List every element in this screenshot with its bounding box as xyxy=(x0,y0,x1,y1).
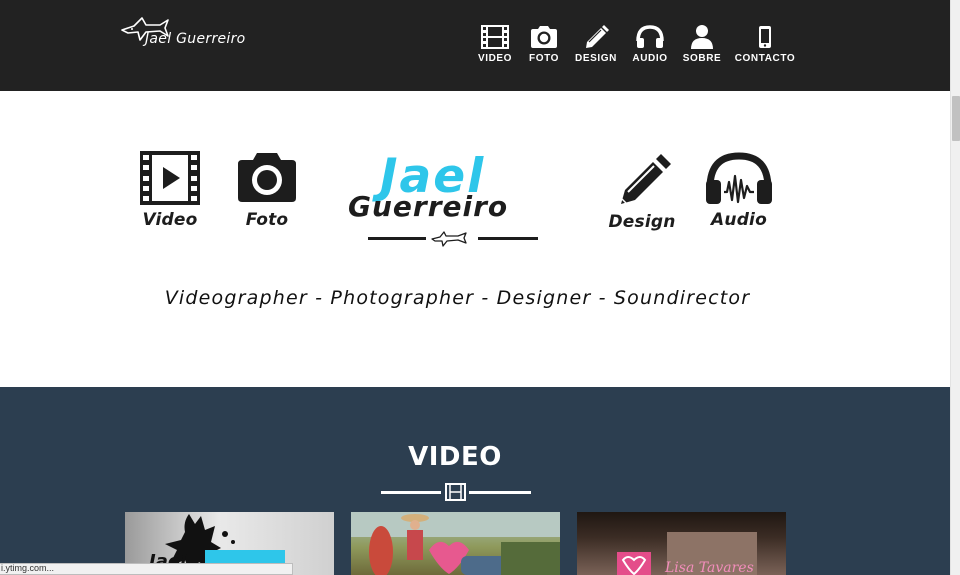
nav-label: FOTO xyxy=(529,53,559,64)
status-text: i.ytimg.com... xyxy=(1,563,55,573)
hero-item-video[interactable]: Video xyxy=(138,150,202,230)
page-scrollbar[interactable] xyxy=(950,0,960,575)
video-section: VIDEO Jael Lisa Tavares xyxy=(0,387,950,575)
camera-icon xyxy=(238,153,296,202)
nav-item-video[interactable]: VIDEO xyxy=(474,24,516,64)
mobile-phone-icon xyxy=(759,26,771,48)
film-icon xyxy=(381,483,531,501)
nav-label: SOBRE xyxy=(682,53,722,64)
nav-item-contacto[interactable]: CONTACTO xyxy=(735,24,795,64)
hero-item-design[interactable]: Design xyxy=(604,152,680,232)
pencil-icon xyxy=(621,154,671,204)
thumbnail-art: Lisa Tavares xyxy=(617,532,757,575)
nav-item-design[interactable]: DESIGN xyxy=(574,24,618,64)
nav-item-audio[interactable]: AUDIO xyxy=(631,24,669,64)
hero-section: Video Foto Jael Guerreiro Design Audio V… xyxy=(0,91,950,387)
section-title: VIDEO xyxy=(408,442,502,472)
video-thumbnail[interactable]: Lisa Tavares xyxy=(577,512,786,575)
video-thumbnail[interactable] xyxy=(351,512,560,575)
browser-status-bar: i.ytimg.com... xyxy=(0,563,293,575)
hero-label: Design xyxy=(608,212,676,232)
shark-icon xyxy=(368,231,538,247)
hero-item-foto[interactable]: Foto xyxy=(234,150,300,230)
nav-label: CONTACTO xyxy=(734,53,796,64)
hero-item-audio[interactable]: Audio xyxy=(704,152,774,230)
brand-name: Jael Guerreiro xyxy=(145,31,246,47)
headphones-icon xyxy=(706,152,772,204)
camera-icon xyxy=(531,26,557,48)
hero-label: Video xyxy=(142,210,198,230)
logo-line-2: Guerreiro xyxy=(348,190,509,223)
hero-label: Audio xyxy=(711,210,767,230)
thumbnail-art xyxy=(351,512,560,575)
film-icon xyxy=(481,25,509,49)
hero-label: Foto xyxy=(245,210,289,230)
scrollbar-thumb[interactable] xyxy=(952,96,960,141)
top-navbar: Jael Guerreiro VIDEO FOTO DESIGN AUDIO S… xyxy=(0,0,950,91)
nav-item-sobre[interactable]: SOBRE xyxy=(681,24,723,64)
nav-label: DESIGN xyxy=(575,53,617,64)
user-icon xyxy=(691,25,713,49)
tagline: Videographer - Photographer - Designer -… xyxy=(164,287,751,309)
thumbnail-caption: Lisa Tavares xyxy=(664,560,754,575)
headphones-icon xyxy=(636,25,664,48)
brand-logo[interactable]: Jael Guerreiro xyxy=(120,16,260,50)
nav-item-foto[interactable]: FOTO xyxy=(525,24,563,64)
nav-label: VIDEO xyxy=(477,53,513,64)
film-play-icon xyxy=(140,151,200,205)
hero-logo: Jael Guerreiro xyxy=(346,153,558,249)
pencil-icon xyxy=(586,25,609,48)
nav-label: AUDIO xyxy=(632,53,668,64)
